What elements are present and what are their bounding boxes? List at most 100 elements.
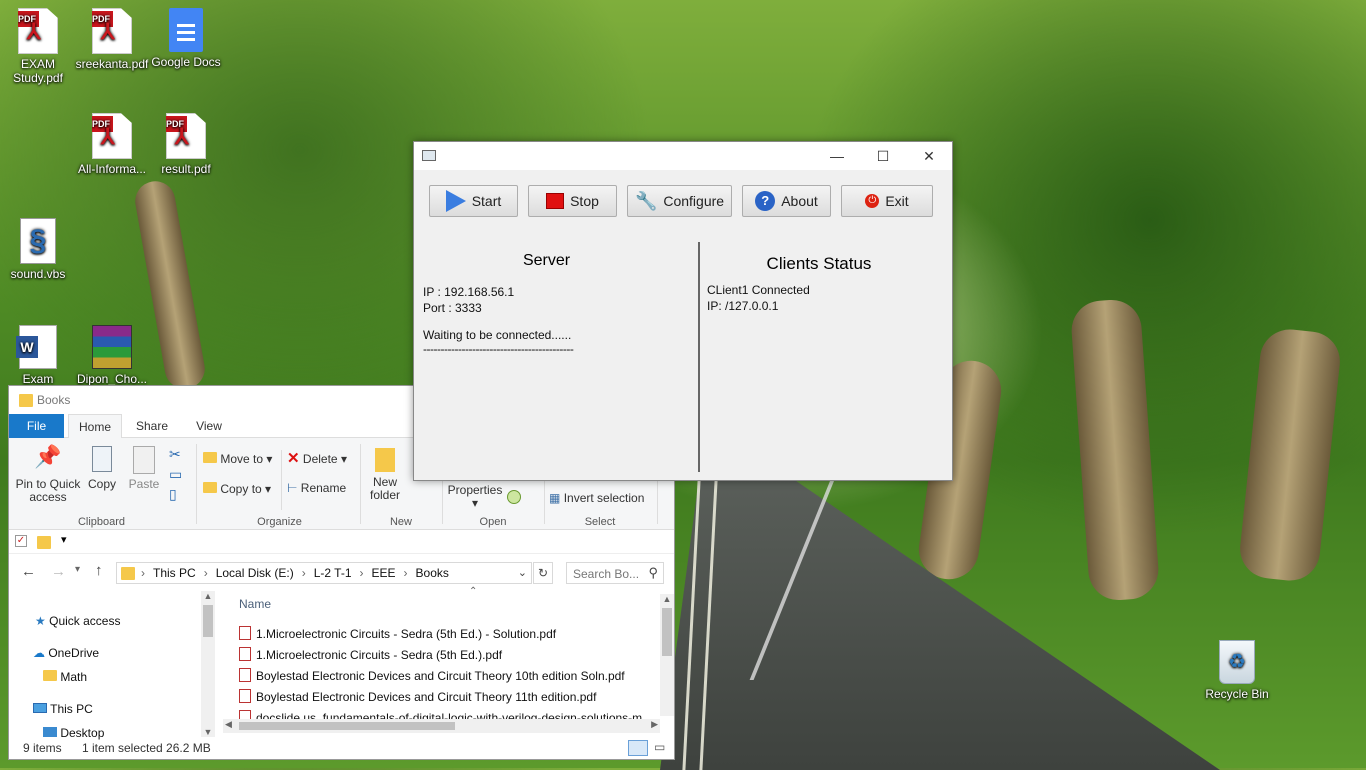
- properties-check-icon[interactable]: ✓: [15, 535, 27, 547]
- recent-locations-icon[interactable]: ▾: [75, 564, 80, 575]
- script-icon: §: [20, 218, 56, 264]
- server-toolbar: Start Stop 🔧 Configure ? About ⏻ Exit: [429, 185, 937, 217]
- customize-qat-icon[interactable]: ▾: [61, 533, 67, 546]
- nav-this-pc[interactable]: This PC: [33, 702, 93, 716]
- desktop-icon-exam-doc[interactable]: W Exam: [0, 325, 76, 386]
- navigation-pane: ▲ ▼ ★ Quick access ☁ OneDrive Math This …: [9, 591, 219, 740]
- breadcrumb-item[interactable]: Books: [416, 566, 449, 580]
- tab-home[interactable]: Home: [68, 414, 122, 438]
- desktop-icon-dipon[interactable]: Dipon_Cho...: [74, 325, 150, 386]
- desktop-icon-sound-vbs[interactable]: § sound.vbs: [0, 218, 76, 281]
- server-waiting-status: Waiting to be connected......: [423, 328, 572, 342]
- up-arrow-icon[interactable]: ↑: [95, 562, 103, 579]
- copy-button[interactable]: Copy: [85, 446, 119, 491]
- new-folder-qat-icon[interactable]: [37, 536, 51, 549]
- folder-move-icon: [203, 452, 217, 463]
- pdf-icon: PDF ⅄: [92, 8, 132, 54]
- pdf-file-icon: [239, 668, 251, 682]
- breadcrumb-item[interactable]: EEE: [372, 566, 396, 580]
- group-new: New: [389, 516, 412, 528]
- nav-math[interactable]: Math: [43, 670, 87, 684]
- exit-button[interactable]: ⏻ Exit: [841, 185, 933, 217]
- new-folder-icon: [375, 448, 395, 472]
- new-folder-button[interactable]: New folder: [365, 448, 405, 502]
- address-bar[interactable]: › This PC › Local Disk (E:) › L-2 T-1 › EEE …: [116, 562, 532, 584]
- properties-button[interactable]: Properties ▾: [447, 484, 503, 510]
- server-separator: ----------------------------------------…: [423, 342, 574, 356]
- group-organize: Organize: [257, 516, 302, 528]
- delete-icon: ✕: [287, 450, 300, 467]
- copy-to-button[interactable]: Copy to ▾: [203, 482, 271, 496]
- file-list-horizontal-scrollbar[interactable]: ◀ ▶: [223, 719, 660, 733]
- cloud-icon: ☁: [33, 646, 45, 660]
- breadcrumb-item[interactable]: Local Disk (E:): [216, 566, 294, 580]
- desktop-icon-result[interactable]: PDF ⅄ result.pdf: [148, 113, 224, 176]
- tab-share[interactable]: Share: [127, 414, 177, 438]
- desktop-icon-exam-study[interactable]: PDF ⅄ EXAM Study.pdf: [0, 8, 76, 85]
- address-dropdown-icon[interactable]: ⌄: [518, 566, 527, 579]
- list-item[interactable]: 1.Microelectronic Circuits - Sedra (5th …: [239, 626, 556, 641]
- copy-icon: [92, 446, 112, 472]
- desktop-icon-label: Google Docs: [151, 55, 221, 69]
- desktop-icon-label: sreekanta.pdf: [75, 57, 149, 71]
- client-status-line: CLient1 Connected: [707, 283, 810, 297]
- list-item[interactable]: Boylestad Electronic Devices and Circuit…: [239, 668, 625, 683]
- desktop-icon-label: Recycle Bin: [1205, 687, 1269, 701]
- status-selection: 1 item selected 26.2 MB: [82, 741, 211, 755]
- invert-selection-button[interactable]: ▦ Invert selection: [549, 492, 644, 505]
- nav-scrollbar[interactable]: ▲ ▼: [201, 591, 215, 737]
- navigation-bar: ← → ▾ ↑ › This PC › Local Disk (E:) › L-2 T…: [9, 554, 674, 592]
- google-docs-icon: [169, 8, 203, 52]
- address-folder-icon: [121, 567, 135, 580]
- start-button[interactable]: Start: [429, 185, 518, 217]
- pin-to-quick-access-button[interactable]: 📌 Pin to Quick access: [15, 446, 81, 504]
- panel-divider: [698, 242, 700, 472]
- refresh-icon[interactable]: ↻: [533, 562, 553, 584]
- close-icon[interactable]: ✕: [906, 142, 952, 170]
- pdf-file-icon: [239, 626, 251, 640]
- maximize-icon[interactable]: ☐: [860, 142, 906, 170]
- history-icon[interactable]: [507, 490, 521, 504]
- list-item[interactable]: Boylestad Electronic Devices and Circuit…: [239, 689, 596, 704]
- move-to-button[interactable]: Move to ▾: [203, 452, 272, 466]
- about-button[interactable]: ? About: [742, 185, 831, 217]
- search-input[interactable]: Search Bo... ⚲: [566, 562, 664, 584]
- tab-view[interactable]: View: [184, 414, 234, 438]
- nav-onedrive[interactable]: ☁ OneDrive: [33, 646, 99, 660]
- nav-quick-access[interactable]: ★ Quick access: [35, 614, 120, 628]
- list-item[interactable]: 1.Microelectronic Circuits - Sedra (5th …: [239, 647, 502, 662]
- breadcrumb-item[interactable]: L-2 T-1: [314, 566, 352, 580]
- invert-selection-icon: ▦: [549, 491, 561, 505]
- cut-icon[interactable]: ✂ ▭ ▯: [169, 444, 182, 504]
- file-list-vertical-scrollbar[interactable]: ▲: [660, 594, 674, 716]
- forward-arrow-icon[interactable]: →: [51, 563, 66, 580]
- group-clipboard: Clipboard: [77, 516, 126, 528]
- desktop-icon-all-information[interactable]: PDF ⅄ All-Informa...: [74, 113, 150, 176]
- group-select: Select: [584, 516, 616, 528]
- desktop-icon-recycle-bin[interactable]: ♻ Recycle Bin: [1199, 640, 1275, 701]
- minimize-icon[interactable]: —: [814, 142, 860, 170]
- configure-button[interactable]: 🔧 Configure: [627, 185, 732, 217]
- tab-file[interactable]: File: [9, 414, 64, 438]
- folder-icon: [43, 670, 57, 681]
- column-header-name[interactable]: Name: [239, 597, 271, 611]
- desktop-icon-sreekanta[interactable]: PDF ⅄ sreekanta.pdf: [74, 8, 150, 71]
- power-icon: ⏻: [865, 194, 880, 208]
- search-placeholder: Search Bo...: [573, 567, 640, 581]
- app-icon: [422, 150, 436, 161]
- desktop-icon-google-docs[interactable]: Google Docs: [148, 8, 224, 69]
- help-icon: ?: [755, 191, 776, 211]
- desktop-icon-label: sound.vbs: [10, 267, 66, 281]
- desktop-icon-label: EXAM Study.pdf: [13, 57, 63, 85]
- large-icons-view-icon[interactable]: ▭: [654, 740, 668, 756]
- explorer-title: Books: [37, 393, 71, 407]
- rename-button[interactable]: ⊢ Rename: [287, 482, 346, 495]
- details-view-icon[interactable]: [628, 740, 648, 756]
- delete-button[interactable]: ✕ Delete ▾: [287, 450, 347, 467]
- pdf-icon: PDF ⅄: [92, 113, 132, 159]
- back-arrow-icon[interactable]: ←: [21, 563, 36, 580]
- stop-button[interactable]: Stop: [528, 185, 617, 217]
- breadcrumb-item[interactable]: This PC: [153, 566, 196, 580]
- paste-button[interactable]: Paste: [127, 446, 161, 491]
- breadcrumb: › This PC › Local Disk (E:) › L-2 T-1 › EEE …: [141, 566, 449, 580]
